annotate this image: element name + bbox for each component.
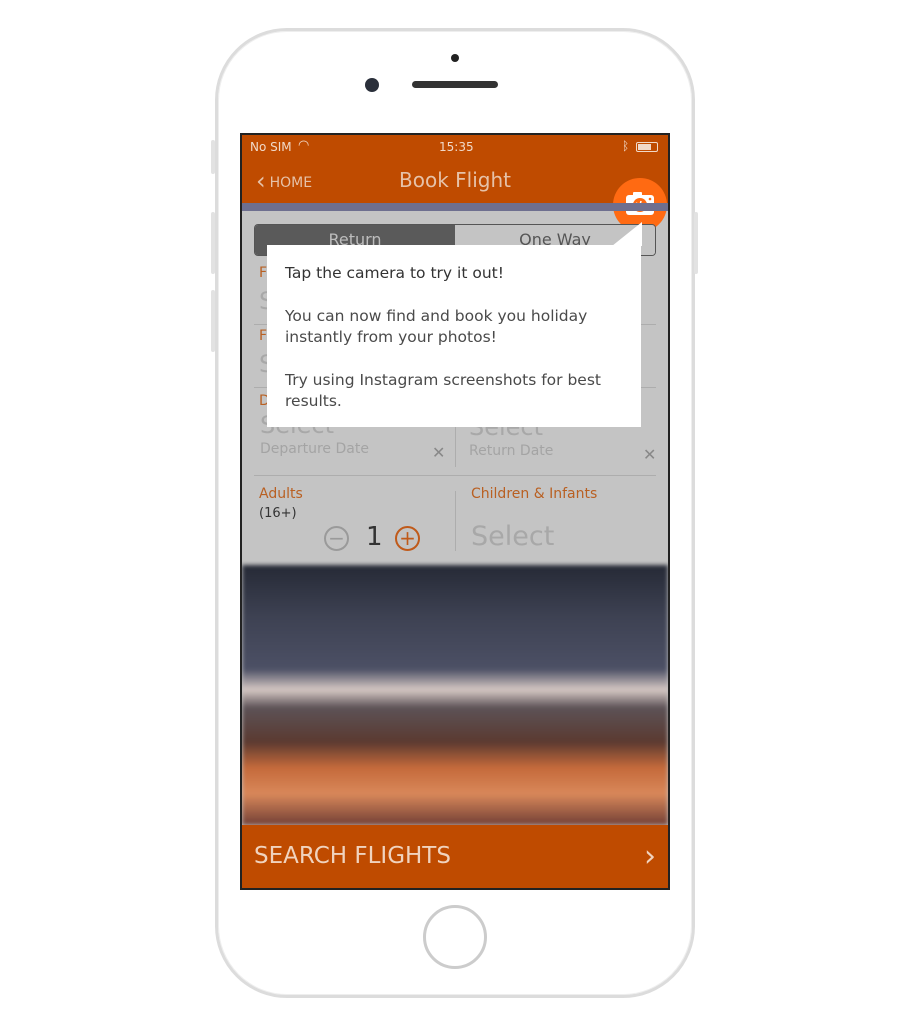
nav-bar: ‹ HOME Book Flight [242, 159, 668, 232]
bluetooth-icon: ᛒ [622, 139, 630, 153]
speaker [412, 81, 498, 88]
wifi-icon: ◠ [298, 138, 310, 153]
battery-icon [636, 142, 658, 152]
mute-switch [211, 140, 215, 174]
increment-adults-button[interactable]: + [395, 526, 420, 551]
chevron-right-icon: › [644, 839, 656, 874]
volume-down-button [211, 290, 215, 352]
tooltip-body: You can now find and book you holiday in… [285, 306, 588, 347]
sensor [451, 54, 459, 62]
background-photo [242, 565, 668, 825]
tooltip-tip: Try using Instagram screenshots for best… [285, 370, 601, 411]
search-flights-label: SEARCH FLIGHTS [254, 843, 451, 869]
camera-tooltip[interactable]: Tap the camera to try it out! You can no… [267, 245, 641, 427]
adults-label: Adults [259, 486, 303, 502]
page-title: Book Flight [399, 168, 511, 192]
app-screen: No SIM ◠ 15:35 ᛒ ‹ HOME Book Flight Retu… [240, 133, 670, 890]
header-divider [242, 203, 668, 211]
children-select[interactable]: Select [471, 521, 554, 552]
divider [455, 491, 456, 551]
to-label: F [259, 328, 268, 344]
divider [254, 475, 656, 476]
return-date-caption: Return Date [469, 443, 554, 459]
from-label: F [259, 265, 268, 281]
clear-return-icon[interactable]: ✕ [643, 445, 656, 464]
departure-date-caption: Departure Date [260, 441, 369, 457]
decrement-adults-button[interactable]: − [324, 526, 349, 551]
clear-departure-icon[interactable]: ✕ [432, 443, 445, 462]
front-camera [365, 78, 379, 92]
tooltip-pointer [612, 222, 642, 246]
clock: 15:35 [439, 140, 474, 154]
divider [455, 427, 456, 467]
volume-up-button [211, 212, 215, 274]
carrier: No SIM [250, 140, 292, 154]
search-flights-button[interactable]: SEARCH FLIGHTS › [242, 825, 668, 888]
home-button[interactable] [423, 905, 487, 969]
power-button [694, 212, 698, 274]
status-bar: No SIM ◠ 15:35 ᛒ [242, 135, 668, 159]
adults-note: (16+) [259, 506, 297, 521]
adults-count: 1 [366, 522, 383, 552]
tooltip-heading: Tap the camera to try it out! [285, 264, 504, 282]
children-label: Children & Infants [471, 486, 598, 502]
